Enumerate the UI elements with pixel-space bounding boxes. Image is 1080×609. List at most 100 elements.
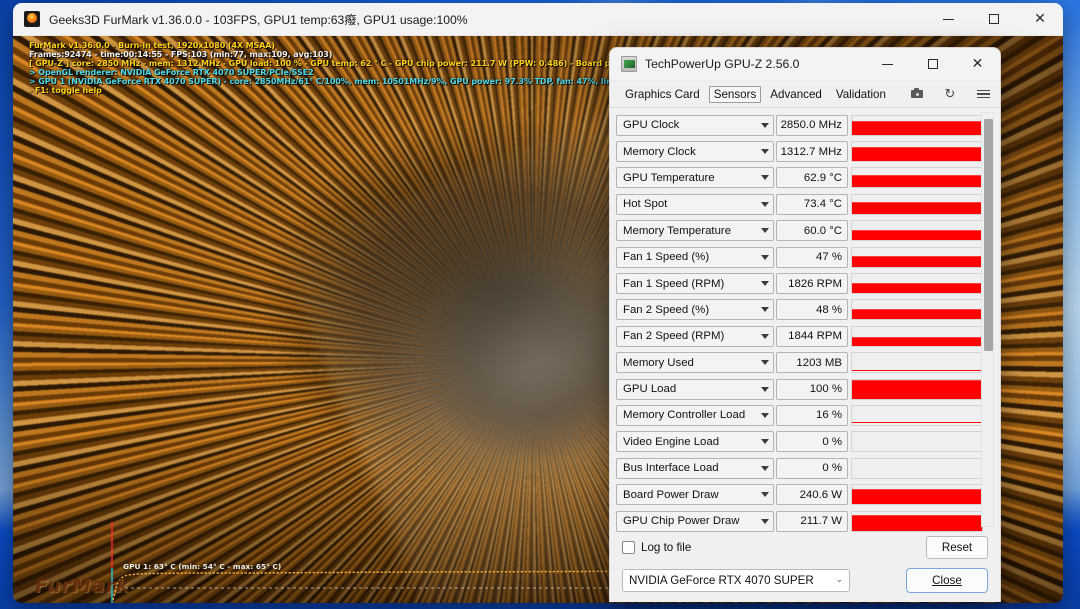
sensor-graph — [851, 457, 983, 479]
desktop: Geeks3D FurMark v1.36.0.0 - 103FPS, GPU1… — [0, 0, 1080, 609]
sensor-row: GPU Load 100 % — [616, 376, 986, 402]
chevron-down-icon[interactable] — [761, 386, 769, 392]
gpuz-titlebar[interactable]: TechPowerUp GPU-Z 2.56.0 ✕ — [610, 48, 1000, 81]
sensor-graph-fill — [852, 255, 982, 267]
log-to-file-label: Log to file — [641, 540, 692, 554]
sensor-label: GPU Temperature — [623, 171, 715, 184]
checkbox-box[interactable] — [622, 540, 635, 554]
sensor-value: 0 % — [776, 457, 848, 479]
sensor-row: Memory Temperature 60.0 °C — [616, 218, 986, 244]
chevron-down-icon[interactable] — [761, 439, 769, 445]
chevron-down-icon[interactable] — [761, 465, 769, 471]
chevron-down-icon[interactable] — [761, 492, 769, 498]
gpuz-footer-row-gpu: NVIDIA GeForce RTX 4070 SUPER ⌄ Close — [622, 564, 988, 596]
chevron-down-icon[interactable] — [761, 149, 769, 155]
sensor-name-dropdown[interactable]: Memory Temperature — [616, 220, 774, 242]
sensor-value: 1826 RPM — [776, 273, 848, 295]
reset-button[interactable]: Reset — [926, 535, 988, 559]
sensor-name-dropdown[interactable]: Memory Clock — [616, 141, 774, 163]
sensor-value: 100 % — [776, 378, 848, 400]
sensor-graph — [851, 510, 983, 532]
sensor-scrollbar-thumb[interactable] — [984, 119, 993, 351]
sensor-row: Board Power Draw 240.6 W — [616, 481, 986, 507]
chevron-down-icon[interactable] — [761, 122, 769, 128]
sensor-value: 1844 RPM — [776, 325, 848, 347]
sensor-name-dropdown[interactable]: GPU Load — [616, 378, 774, 400]
gpuz-minimize-button[interactable] — [865, 48, 910, 81]
sensor-label: Memory Temperature — [623, 224, 732, 237]
sensor-value: 211.7 W — [776, 510, 848, 532]
sensor-name-dropdown[interactable]: GPU Clock — [616, 114, 774, 136]
chevron-down-icon[interactable] — [761, 360, 769, 366]
close-button[interactable]: Close — [906, 567, 988, 593]
chevron-down-icon[interactable] — [761, 254, 769, 260]
tab-sensors[interactable]: Sensors — [708, 85, 762, 103]
sensor-name-dropdown[interactable]: Fan 1 Speed (%) — [616, 246, 774, 268]
furmark-titlebar[interactable]: Geeks3D FurMark v1.36.0.0 - 103FPS, GPU1… — [13, 3, 1063, 36]
sensor-row: Fan 1 Speed (%) 47 % — [616, 244, 986, 270]
chevron-down-icon[interactable] — [761, 307, 769, 313]
tab-validation[interactable]: Validation — [831, 86, 891, 103]
sensor-name-dropdown[interactable]: Memory Used — [616, 352, 774, 374]
sensor-graph-line — [852, 421, 982, 423]
chevron-down-icon[interactable] — [761, 201, 769, 207]
log-to-file-checkbox[interactable]: Log to file — [622, 540, 692, 554]
sensor-graph — [851, 273, 983, 295]
gpu-selector-dropdown[interactable]: NVIDIA GeForce RTX 4070 SUPER ⌄ — [622, 568, 850, 592]
sensor-graph — [851, 299, 983, 321]
sensor-name-dropdown[interactable]: Fan 1 Speed (RPM) — [616, 273, 774, 295]
chevron-down-icon[interactable] — [761, 175, 769, 181]
sensor-label: Video Engine Load — [623, 435, 720, 448]
sensor-name-dropdown[interactable]: Video Engine Load — [616, 431, 774, 453]
sensor-graph — [851, 378, 983, 400]
sensor-name-dropdown[interactable]: Bus Interface Load — [616, 457, 774, 479]
refresh-icon[interactable]: ↻ — [942, 86, 958, 102]
sensor-name-dropdown[interactable]: Board Power Draw — [616, 484, 774, 506]
sensor-name-dropdown[interactable]: Fan 2 Speed (RPM) — [616, 325, 774, 347]
sensor-name-dropdown[interactable]: GPU Temperature — [616, 167, 774, 189]
chevron-down-icon[interactable] — [761, 281, 769, 287]
sensor-label: Memory Clock — [623, 145, 696, 158]
sensor-name-dropdown[interactable]: Fan 2 Speed (%) — [616, 299, 774, 321]
sensor-row: GPU Chip Power Draw 211.7 W — [616, 508, 986, 533]
temp-graph-label: GPU 1: 63° C (min: 54° C - max: 65° C) — [123, 562, 282, 571]
sensor-scrollbar[interactable] — [981, 112, 994, 527]
gpu-selector-value: NVIDIA GeForce RTX 4070 SUPER — [629, 573, 814, 587]
sensor-value: 1312.7 MHz — [776, 141, 848, 163]
sensor-row: Fan 1 Speed (RPM) 1826 RPM — [616, 270, 986, 296]
gpuz-window-controls: ✕ — [865, 48, 1000, 81]
chevron-down-icon: ⌄ — [835, 575, 843, 585]
gpuz-window[interactable]: TechPowerUp GPU-Z 2.56.0 ✕ Graphics Card… — [609, 47, 1001, 602]
tab-graphics-card[interactable]: Graphics Card — [620, 86, 705, 103]
chevron-down-icon[interactable] — [761, 333, 769, 339]
gpuz-close-button[interactable]: ✕ — [955, 48, 1000, 81]
chevron-down-icon[interactable] — [761, 228, 769, 234]
sensor-row: Bus Interface Load 0 % — [616, 455, 986, 481]
sensor-name-dropdown[interactable]: Hot Spot — [616, 193, 774, 215]
sensor-label: GPU Clock — [623, 119, 680, 132]
sensor-graph — [851, 404, 983, 426]
camera-icon[interactable] — [909, 86, 925, 102]
menu-icon[interactable] — [975, 86, 991, 102]
chevron-down-icon[interactable] — [761, 412, 769, 418]
sensor-label: Bus Interface Load — [623, 462, 719, 475]
gpuz-app-icon — [621, 56, 637, 72]
close-button-label: Close — [932, 573, 962, 587]
chevron-down-icon[interactable] — [761, 518, 769, 524]
tab-advanced[interactable]: Advanced — [765, 86, 827, 103]
sensor-row: Hot Spot 73.4 °C — [616, 191, 986, 217]
sensor-value: 0 % — [776, 431, 848, 453]
gpuz-maximize-button[interactable] — [910, 48, 955, 81]
gpuz-footer-row-log: Log to file Reset — [622, 532, 988, 562]
gpuz-window-title: TechPowerUp GPU-Z 2.56.0 — [645, 57, 800, 71]
sensor-graph — [851, 193, 983, 215]
sensor-graph — [851, 141, 983, 163]
sensor-row: Fan 2 Speed (RPM) 1844 RPM — [616, 323, 986, 349]
furmark-close-button[interactable]: ✕ — [1017, 3, 1063, 36]
sensor-graph — [851, 167, 983, 189]
sensor-name-dropdown[interactable]: Memory Controller Load — [616, 404, 774, 426]
furmark-maximize-button[interactable] — [971, 3, 1017, 36]
furmark-minimize-button[interactable] — [925, 3, 971, 36]
sensor-value: 73.4 °C — [776, 193, 848, 215]
sensor-name-dropdown[interactable]: GPU Chip Power Draw — [616, 510, 774, 532]
